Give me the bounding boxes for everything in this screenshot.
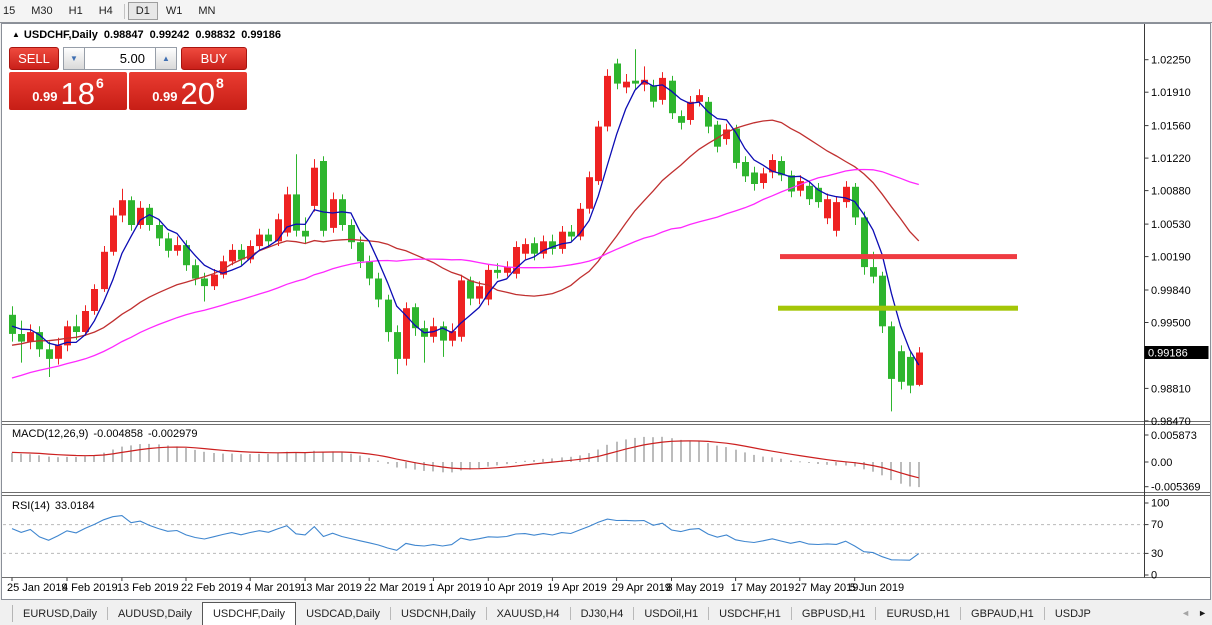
level-line-0	[780, 254, 1017, 259]
tab-AUDUSD-Daily[interactable]: AUDUSD,Daily	[108, 604, 202, 624]
timeframe-button-15[interactable]: 15	[0, 2, 23, 20]
price-axis-label: 1.02250	[1151, 55, 1191, 67]
ohlc-open: 0.98847	[104, 29, 144, 41]
tab-USDJP[interactable]: USDJP	[1045, 604, 1101, 624]
price-axis-label: 0.98810	[1151, 383, 1191, 395]
toolbar-separator	[124, 4, 125, 19]
tab-GBPUSD-H1[interactable]: GBPUSD,H1	[792, 604, 876, 624]
rsi-name: RSI(14)	[12, 500, 50, 512]
timeframe-toolbar: 15M30H1H4 D1W1MN	[0, 0, 1212, 23]
macd-value-main: -0.004858	[93, 428, 143, 440]
buy-button[interactable]: BUY	[181, 47, 247, 70]
price-axis-label: 1.00190	[1151, 252, 1191, 264]
rsi-indicator-label: RSI(14) 33.0184	[12, 500, 95, 512]
tab-scroll-buttons: ◄ ►	[1177, 601, 1212, 625]
buy-price-prefix: 0.99	[152, 89, 177, 104]
timeframe-button-H1[interactable]: H1	[61, 2, 91, 20]
tab-bar-tabs: EURUSD,DailyAUDUSD,DailyUSDCHF,DailyUSDC…	[13, 602, 1101, 625]
macd-name: MACD(12,26,9)	[12, 428, 88, 440]
date-axis-label: 13 Mar 2019	[300, 582, 362, 594]
date-axis-label: 13 Feb 2019	[117, 582, 179, 594]
volume-increase-button[interactable]: ▲	[155, 47, 177, 70]
macd-axis-label: -0.005369	[1151, 482, 1201, 494]
chart-window[interactable]: 1.02250 1.01910 1.01560 1.01220 1.00880 1.005…	[0, 23, 1212, 601]
tab-USDCNH-Daily[interactable]: USDCNH,Daily	[391, 604, 486, 624]
rsi-axis-label: 30	[1151, 548, 1163, 560]
timeframe-button-W1[interactable]: W1	[158, 2, 191, 20]
tab-EURUSD-H1[interactable]: EURUSD,H1	[876, 604, 960, 624]
timeframe-button-MN[interactable]: MN	[190, 2, 223, 20]
rsi-axis-label: 100	[1151, 498, 1169, 510]
rsi-axis-label: 70	[1151, 519, 1163, 531]
date-axis-label: 8 May 2019	[667, 582, 724, 594]
date-axis-label: 29 Apr 2019	[612, 582, 671, 594]
buy-price-panel[interactable]: 0.99 20 8	[129, 72, 247, 110]
date-axis-label: 22 Feb 2019	[181, 582, 243, 594]
date-axis-label: 17 May 2019	[731, 582, 795, 594]
date-axis-label: 25 Jan 2019	[7, 582, 68, 594]
macd-indicator-label: MACD(12,26,9) -0.004858 -0.002979	[12, 428, 198, 440]
tab-scroll-left-icon[interactable]: ◄	[1181, 608, 1190, 618]
tab-XAUUSD-H4[interactable]: XAUUSD,H4	[487, 604, 570, 624]
macd-value-signal: -0.002979	[148, 428, 198, 440]
mt4-application: 15M30H1H4D1W1MN 1.022501.019101.015601.0…	[0, 0, 1212, 625]
price-axis-label: 0.99840	[1151, 285, 1191, 297]
chart-symbol-label: USDCHF,Daily	[24, 29, 98, 41]
tab-USDCHF-Daily[interactable]: USDCHF,Daily	[202, 602, 296, 625]
ohlc-close: 0.99186	[241, 29, 281, 41]
tab-EURUSD-Daily[interactable]: EURUSD,Daily	[13, 604, 107, 624]
timeframe-button-D1[interactable]: D1	[128, 2, 158, 20]
sell-price-pips: 18	[61, 77, 95, 110]
tab-scroll-right-icon[interactable]: ►	[1198, 608, 1207, 618]
tab-bar-spacer	[0, 605, 13, 622]
date-axis-label: 5 Jun 2019	[850, 582, 904, 594]
timeframe-button-M30[interactable]: M30	[23, 2, 60, 20]
chart-tab-bar: EURUSD,DailyAUDUSD,DailyUSDCHF,DailyUSDC…	[0, 601, 1212, 625]
date-axis-label: 4 Mar 2019	[245, 582, 301, 594]
current-price-text: 0.99186	[1148, 348, 1188, 360]
date-axis-label: 19 Apr 2019	[547, 582, 606, 594]
tab-USDCHF-H1[interactable]: USDCHF,H1	[709, 604, 791, 624]
level-line-1	[778, 306, 1018, 311]
macd-axis-label: 0.00	[1151, 457, 1172, 469]
volume-decrease-button[interactable]: ▼	[63, 47, 85, 70]
tab-USDOil-H1[interactable]: USDOil,H1	[634, 604, 708, 624]
price-axis-label: 1.01220	[1151, 153, 1191, 165]
ohlc-high: 0.99242	[150, 29, 190, 41]
buy-price-pips: 20	[181, 77, 215, 110]
sell-price-prefix: 0.99	[32, 89, 57, 104]
price-axis-label: 1.00530	[1151, 219, 1191, 231]
sell-price-panel[interactable]: 0.99 18 6	[9, 72, 127, 110]
price-axis-label: 1.00880	[1151, 186, 1191, 198]
date-axis-label: 4 Feb 2019	[62, 582, 118, 594]
rsi-axis-label: 0	[1151, 570, 1157, 582]
rsi-value: 33.0184	[55, 500, 95, 512]
price-axis-label: 0.99500	[1151, 318, 1191, 330]
price-axis-label: 1.01560	[1151, 121, 1191, 133]
tab-USDCAD-Daily[interactable]: USDCAD,Daily	[296, 604, 390, 624]
buy-price-point: 8	[216, 75, 224, 91]
volume-input[interactable]: 5.00	[85, 47, 155, 70]
price-axis-label: 0.98470	[1151, 416, 1191, 428]
sell-price-point: 6	[96, 75, 104, 91]
chart-title: ▲ USDCHF,Daily 0.98847 0.99242 0.98832 0.9918…	[12, 29, 281, 41]
sell-button[interactable]: SELL	[9, 47, 59, 70]
one-click-trade-widget: SELL ▼ 5.00 ▲ BUY 0.99 18 6 0.99 20 8	[9, 47, 247, 110]
collapse-triangle-icon: ▲	[12, 30, 20, 39]
tab-GBPAUD-H1[interactable]: GBPAUD,H1	[961, 604, 1044, 624]
date-axis-label: 10 Apr 2019	[483, 582, 542, 594]
macd-axis-label: 0.005873	[1151, 430, 1197, 442]
ohlc-low: 0.98832	[195, 29, 235, 41]
date-axis-label: 22 Mar 2019	[364, 582, 426, 594]
price-axis-label: 1.01910	[1151, 87, 1191, 99]
timeframe-button-H4[interactable]: H4	[91, 2, 121, 20]
tab-DJ30-H4[interactable]: DJ30,H4	[571, 604, 634, 624]
date-axis-label: 1 Apr 2019	[428, 582, 481, 594]
